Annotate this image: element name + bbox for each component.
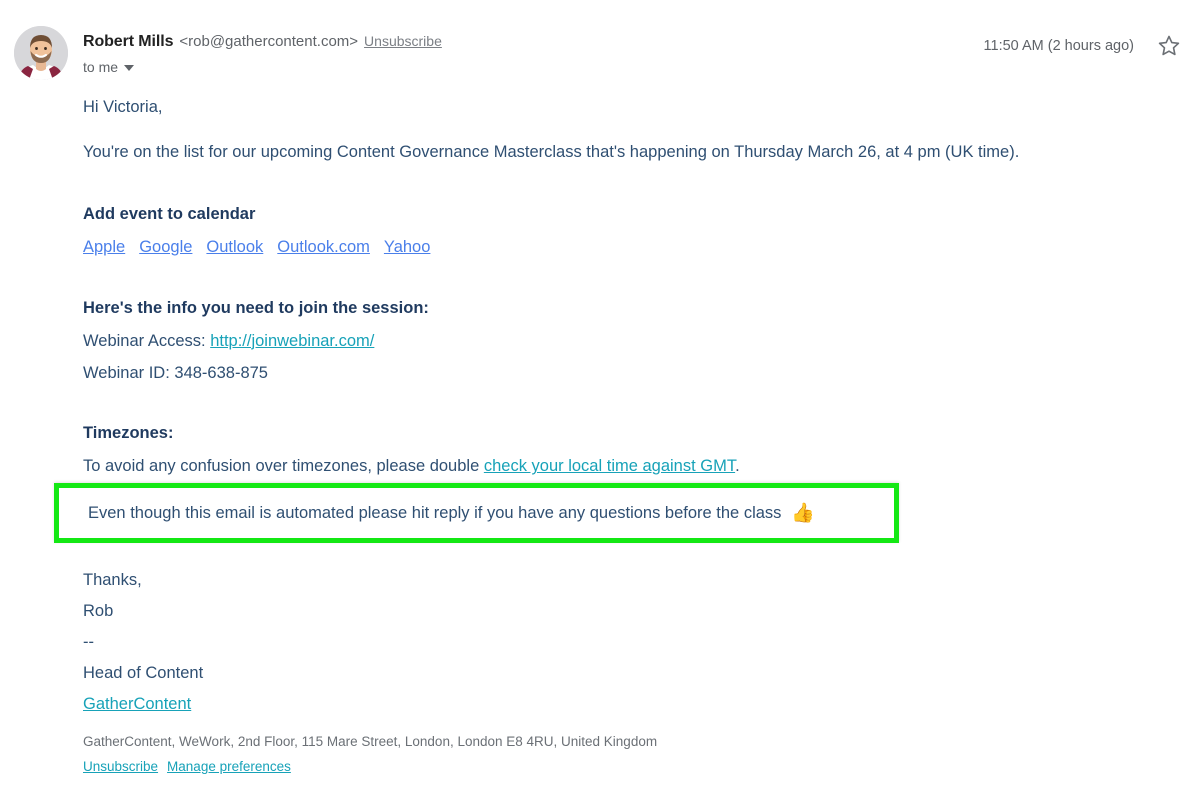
signature-name: Rob xyxy=(83,602,114,620)
calendar-link-outlook-com[interactable]: Outlook.com xyxy=(277,236,370,260)
footer-link-list: Unsubscribe Manage preferences xyxy=(83,754,657,779)
thumbs-up-icon: 👍 xyxy=(791,502,816,524)
calendar-link-outlook[interactable]: Outlook xyxy=(206,236,263,260)
footer-manage-preferences-link[interactable]: Manage preferences xyxy=(167,754,291,779)
sender-block: Robert Mills <rob@gathercontent.com> Uns… xyxy=(83,31,442,75)
avatar xyxy=(14,26,68,80)
signature-separator: -- xyxy=(83,633,94,651)
callout-text-row: Even though this email is automated plea… xyxy=(88,504,815,523)
timezones-section: Timezones: To avoid any confusion over t… xyxy=(83,422,1180,479)
timezones-text-after: . xyxy=(735,457,740,476)
greeting-text: Hi Victoria, xyxy=(83,98,163,116)
star-icon[interactable] xyxy=(1156,33,1182,59)
calendar-link-list: Apple Google Outlook Outlook.com Yahoo xyxy=(83,236,1180,260)
header-right-controls: 11:50 AM (2 hours ago) xyxy=(984,33,1182,59)
webinar-id-line: Webinar ID: 348-638-875 xyxy=(83,363,268,382)
webinar-access-line: Webinar Access: http://joinwebinar.com/ xyxy=(83,330,1180,354)
calendar-link-apple[interactable]: Apple xyxy=(83,236,125,260)
intro-paragraph: You're on the list for our upcoming Cont… xyxy=(83,142,1020,161)
timezones-heading: Timezones: xyxy=(83,424,174,443)
email-body: Hi Victoria, You're on the list for our … xyxy=(0,96,1200,479)
footer-unsubscribe-link[interactable]: Unsubscribe xyxy=(83,754,158,779)
webinar-access-label: Webinar Access: xyxy=(83,331,206,350)
signature-title: Head of Content xyxy=(83,664,204,682)
local-time-link[interactable]: check your local time against GMT xyxy=(484,457,735,475)
calendar-heading: Add event to calendar xyxy=(83,204,256,223)
signature-company-link[interactable]: GatherContent xyxy=(83,689,203,720)
recipient-label: to me xyxy=(83,59,119,75)
join-info-section: Here's the info you need to join the ses… xyxy=(83,297,1180,386)
recipient-dropdown[interactable]: to me xyxy=(83,59,135,75)
signature-closing: Thanks, xyxy=(83,571,142,589)
sender-line: Robert Mills <rob@gathercontent.com> Uns… xyxy=(83,31,442,52)
callout-text: Even though this email is automated plea… xyxy=(88,503,782,522)
timezones-text-before: To avoid any confusion over timezones, p… xyxy=(83,457,480,476)
chevron-down-icon xyxy=(124,65,135,71)
footer-address: GatherContent, WeWork, 2nd Floor, 115 Ma… xyxy=(83,734,658,749)
highlighted-callout-box: Even though this email is automated plea… xyxy=(54,483,899,543)
calendar-link-yahoo[interactable]: Yahoo xyxy=(384,236,431,260)
header-unsubscribe-link[interactable]: Unsubscribe xyxy=(364,31,442,51)
sender-email: <rob@gathercontent.com> xyxy=(179,33,359,50)
message-timestamp: 11:50 AM (2 hours ago) xyxy=(983,38,1134,54)
signature-block: Thanks, Rob -- Head of Content GatherCon… xyxy=(83,565,203,720)
calendar-section: Add event to calendar Apple Google Outlo… xyxy=(83,203,1180,260)
email-header: Robert Mills <rob@gathercontent.com> Uns… xyxy=(0,0,1200,80)
email-footer: GatherContent, WeWork, 2nd Floor, 115 Ma… xyxy=(83,729,657,779)
email-message-view: Robert Mills <rob@gathercontent.com> Uns… xyxy=(0,0,1200,790)
join-info-heading: Here's the info you need to join the ses… xyxy=(83,298,429,317)
webinar-access-url[interactable]: http://joinwebinar.com/ xyxy=(210,332,374,350)
sender-name: Robert Mills xyxy=(83,33,174,50)
timezones-paragraph: To avoid any confusion over timezones, p… xyxy=(83,455,1180,479)
calendar-link-google[interactable]: Google xyxy=(139,236,192,260)
